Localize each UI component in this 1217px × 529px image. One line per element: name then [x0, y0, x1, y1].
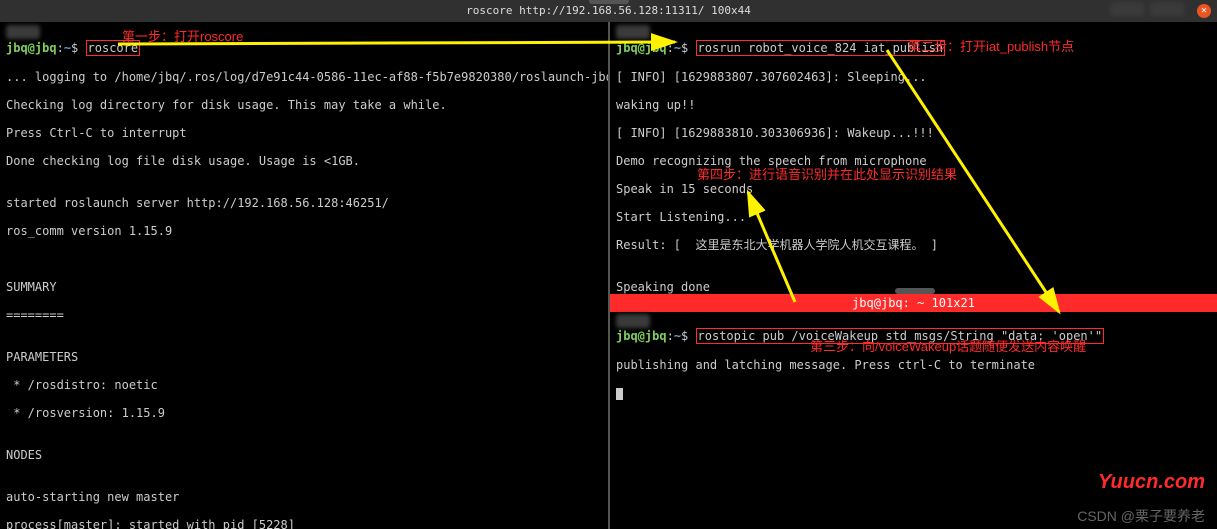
window-title: roscore http://192.168.56.128:11311/ 100… — [466, 4, 751, 18]
terminal-line: Checking log directory for disk usage. T… — [6, 98, 602, 112]
terminal-line: Result: [ 这里是东北大学机器人学院人机交互课程。 ] — [616, 238, 1211, 252]
terminal-bottom-right[interactable]: jbq@jbq:~$ rostopic pub /voiceWakeup std… — [610, 312, 1217, 529]
blurred-region — [1150, 2, 1184, 16]
terminal-line: Demo recognizing the speech from microph… — [616, 154, 1211, 168]
pane-title: jbq@jbq: ~ 101x21 — [610, 294, 1217, 312]
terminal-line: process[master]: started with pid [5228] — [6, 518, 602, 529]
watermark-csdn: CSDN @栗子要养老 — [1077, 509, 1205, 523]
prompt-user: jbq@jbq — [616, 41, 667, 55]
blurred-region — [1110, 2, 1144, 16]
terminal-line: [ INFO] [1629883810.303306936]: Wakeup..… — [616, 126, 1211, 140]
prompt-path: ~ — [674, 329, 681, 343]
blurred-region — [6, 25, 40, 39]
terminal-line: jbq@jbq:~$ rosrun robot_voice_824 iat_pu… — [616, 40, 1211, 56]
blurred-region — [616, 314, 650, 328]
terminal-line: [ INFO] [1629883807.307602463]: Sleeping… — [616, 70, 1211, 84]
blurred-region — [616, 25, 650, 39]
terminal-line: waking up!! — [616, 98, 1211, 112]
watermark-yuucn: Yuucn.com — [1098, 475, 1205, 489]
terminal-line: PARAMETERS — [6, 350, 602, 364]
prompt-symbol: $ — [681, 329, 688, 343]
prompt-path: ~ — [674, 41, 681, 55]
terminal-line: publishing and latching message. Press c… — [616, 358, 1211, 372]
terminal-line: jbq@jbq:~$ rostopic pub /voiceWakeup std… — [616, 328, 1211, 344]
command-rostopic: rostopic pub /voiceWakeup std_msgs/Strin… — [696, 328, 1105, 344]
terminal-line: NODES — [6, 448, 602, 462]
prompt-symbol: $ — [71, 41, 78, 55]
terminal-left[interactable]: jbq@jbq:~$ roscore ... logging to /home/… — [0, 22, 608, 529]
terminal-line: started roslaunch server http://192.168.… — [6, 196, 602, 210]
terminal-line: ======== — [6, 308, 602, 322]
command-roscore: roscore — [86, 40, 141, 56]
window-titlebar: roscore http://192.168.56.128:11311/ 100… — [0, 0, 1217, 22]
prompt-user: jbq@jbq — [616, 329, 667, 343]
close-icon[interactable]: ✕ — [1197, 4, 1211, 18]
terminal-line: Press Ctrl-C to interrupt — [6, 126, 602, 140]
terminal-line: ... logging to /home/jbq/.ros/log/d7e91c… — [6, 70, 602, 84]
prompt-user: jbq@jbq — [6, 41, 57, 55]
terminal-line: jbq@jbq:~$ roscore — [6, 40, 602, 56]
terminal-line: SUMMARY — [6, 280, 602, 294]
prompt-symbol: $ — [681, 41, 688, 55]
terminal-line: * /rosdistro: noetic — [6, 378, 602, 392]
terminal-line: ros_comm version 1.15.9 — [6, 224, 602, 238]
terminal-right[interactable]: jbq@jbq:~$ rosrun robot_voice_824 iat_pu… — [610, 22, 1217, 294]
drag-handle-icon[interactable] — [589, 0, 629, 4]
terminal-line: auto-starting new master — [6, 490, 602, 504]
command-rosrun: rosrun robot_voice_824 iat_publish — [696, 40, 946, 56]
cursor-icon — [616, 388, 623, 400]
terminal-line: Done checking log file disk usage. Usage… — [6, 154, 602, 168]
prompt-path: ~ — [64, 41, 71, 55]
terminal-line: * /rosversion: 1.15.9 — [6, 406, 602, 420]
terminal-line: Start Listening... — [616, 210, 1211, 224]
terminal-line: Speak in 15 seconds — [616, 182, 1211, 196]
